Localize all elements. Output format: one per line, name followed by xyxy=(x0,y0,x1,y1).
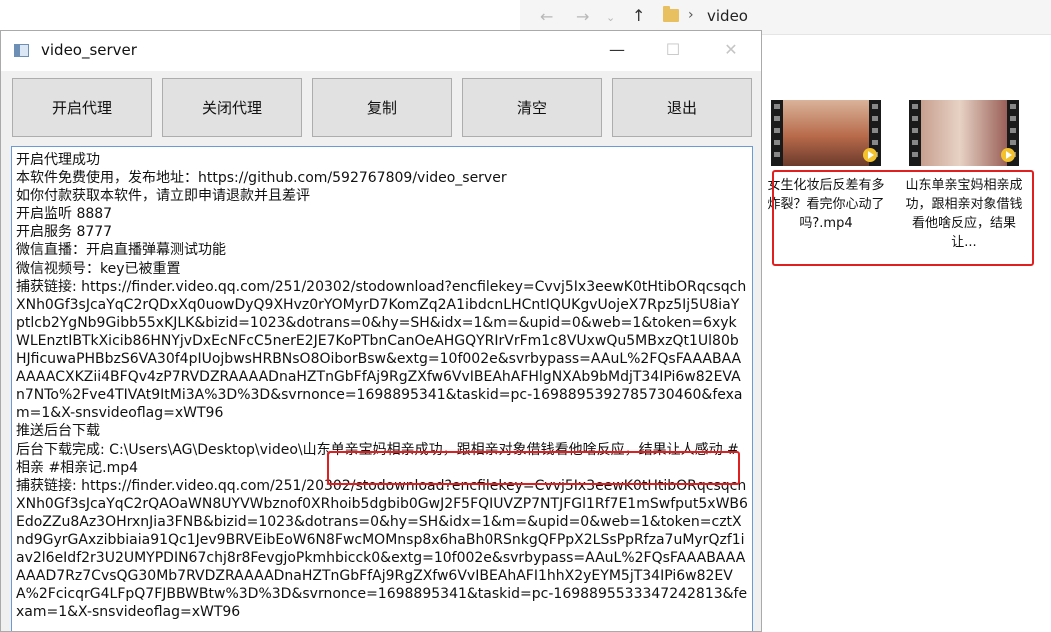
breadcrumb-video[interactable]: video xyxy=(707,7,748,25)
video-thumbnail xyxy=(771,100,881,166)
clear-button[interactable]: 清空 xyxy=(462,78,602,137)
minimize-icon[interactable]: — xyxy=(597,40,637,59)
chevron-down-icon[interactable]: ⌄ xyxy=(606,11,615,24)
log-line: 本软件免费使用，发布地址：https://github.com/59276780… xyxy=(16,170,507,187)
highlight-box-log xyxy=(327,451,740,485)
arrow-right-icon[interactable]: → xyxy=(576,7,589,26)
film-strip-icon xyxy=(771,100,783,166)
play-icon xyxy=(1001,148,1015,162)
window-title: video_server xyxy=(41,41,137,59)
log-line: 推送后台下载 xyxy=(16,423,100,440)
copy-button[interactable]: 复制 xyxy=(312,78,452,137)
log-line: 开启监听 8887 xyxy=(16,206,113,223)
log-line: 如你付款获取本软件，请立即申请退款并且差评 xyxy=(16,188,310,205)
log-line: 捕获链接: https://finder.video.qq.com/251/20… xyxy=(16,278,747,422)
maximize-icon[interactable]: ☐ xyxy=(653,40,693,59)
breadcrumb-separator: › xyxy=(688,7,694,23)
folder-icon xyxy=(663,6,679,22)
highlight-box-files xyxy=(772,170,1034,266)
thumbnail-image xyxy=(783,100,869,166)
play-icon xyxy=(863,148,877,162)
log-line: 开启服务 8777 xyxy=(16,224,113,241)
log-line: 微信视频号：key已被重置 xyxy=(16,260,181,277)
app-window-icon xyxy=(14,44,29,57)
log-line: 微信直播：开启直播弹幕测试功能 xyxy=(16,242,226,259)
log-textarea[interactable]: 开启代理成功 本软件免费使用，发布地址：https://github.com/5… xyxy=(11,146,753,631)
log-line: 开启代理成功 xyxy=(16,152,100,168)
film-strip-icon xyxy=(909,100,921,166)
close-icon[interactable]: ✕ xyxy=(711,40,751,59)
arrow-up-icon[interactable]: ↑ xyxy=(632,6,645,25)
thumbnail-image xyxy=(921,100,1007,166)
arrow-left-icon[interactable]: ← xyxy=(540,7,553,26)
stop-proxy-button[interactable]: 关闭代理 xyxy=(162,78,302,137)
video-thumbnail xyxy=(909,100,1019,166)
start-proxy-button[interactable]: 开启代理 xyxy=(12,78,152,137)
exit-button[interactable]: 退出 xyxy=(612,78,752,137)
title-bar[interactable]: video_server — ☐ ✕ xyxy=(1,31,761,71)
log-line: 捕获链接: https://finder.video.qq.com/251/20… xyxy=(16,477,748,621)
video-server-window: video_server — ☐ ✕ 开启代理 关闭代理 复制 清空 退出 开启… xyxy=(0,30,762,632)
